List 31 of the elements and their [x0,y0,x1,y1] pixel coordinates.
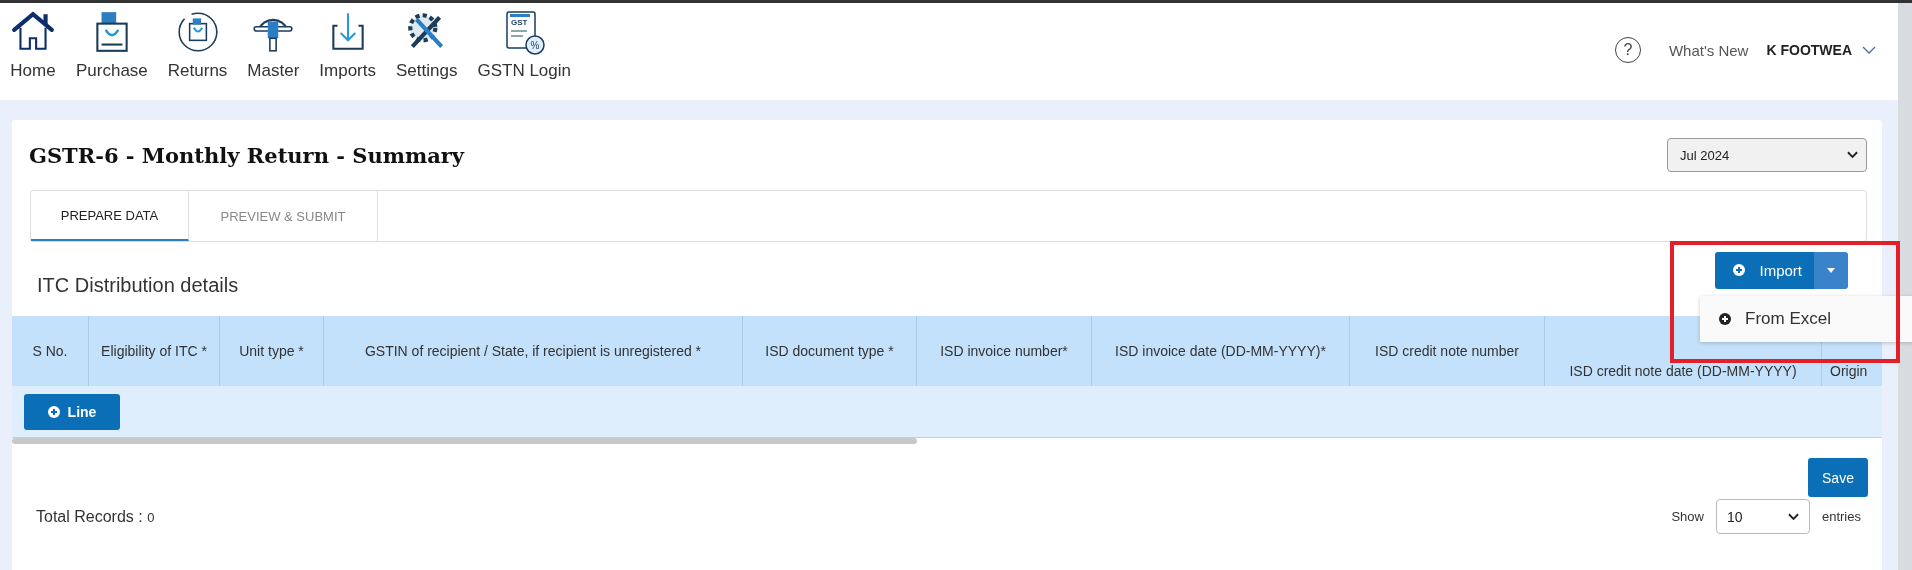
nav-item[interactable]: Master [247,9,300,81]
total-records: Total Records : 0 [36,507,155,526]
chevron-down-icon [1847,151,1858,159]
page-size-select[interactable]: 10 [1715,499,1810,534]
nav-item[interactable]: Settings [396,9,458,81]
vertical-scrollbar[interactable] [1898,3,1912,570]
month-select[interactable]: Jul 2024 [1667,138,1867,172]
nav-item[interactable]: Purchase [76,9,148,81]
add-line-button[interactable]: Line [24,393,120,430]
company-name[interactable]: K FOOTWEA [1766,42,1852,58]
tab[interactable]: PREPARE DATA [31,191,189,241]
nav-item[interactable]: Imports [319,9,376,81]
save-button[interactable]: Save [1808,458,1868,497]
section-title: ITC Distribution details [37,273,239,297]
tab[interactable]: PREVIEW & SUBMIT [189,191,378,241]
whats-new-link[interactable]: What's New [1668,41,1749,59]
chevron-down-icon[interactable] [1862,46,1876,54]
plus-circle-icon [1733,264,1746,276]
horizontal-scrollbar[interactable] [12,438,917,444]
show-label: Show [1671,509,1704,524]
import-button[interactable]: Import [1715,251,1814,289]
caret-icon [1827,267,1835,273]
dropdown-toggle[interactable] [1814,251,1848,289]
nav-item[interactable]: Returns [167,9,228,81]
nav-item[interactable]: Home [10,9,56,81]
plus-circle-icon [47,405,60,418]
page-title: GSTR-6 - Monthly Return - Summary [29,142,465,168]
entries-label: entries [1821,509,1861,524]
chevron-down-icon [1787,512,1799,521]
plus-circle-icon [1719,313,1731,325]
nav-item[interactable]: GST % GSTN Login [477,9,571,81]
